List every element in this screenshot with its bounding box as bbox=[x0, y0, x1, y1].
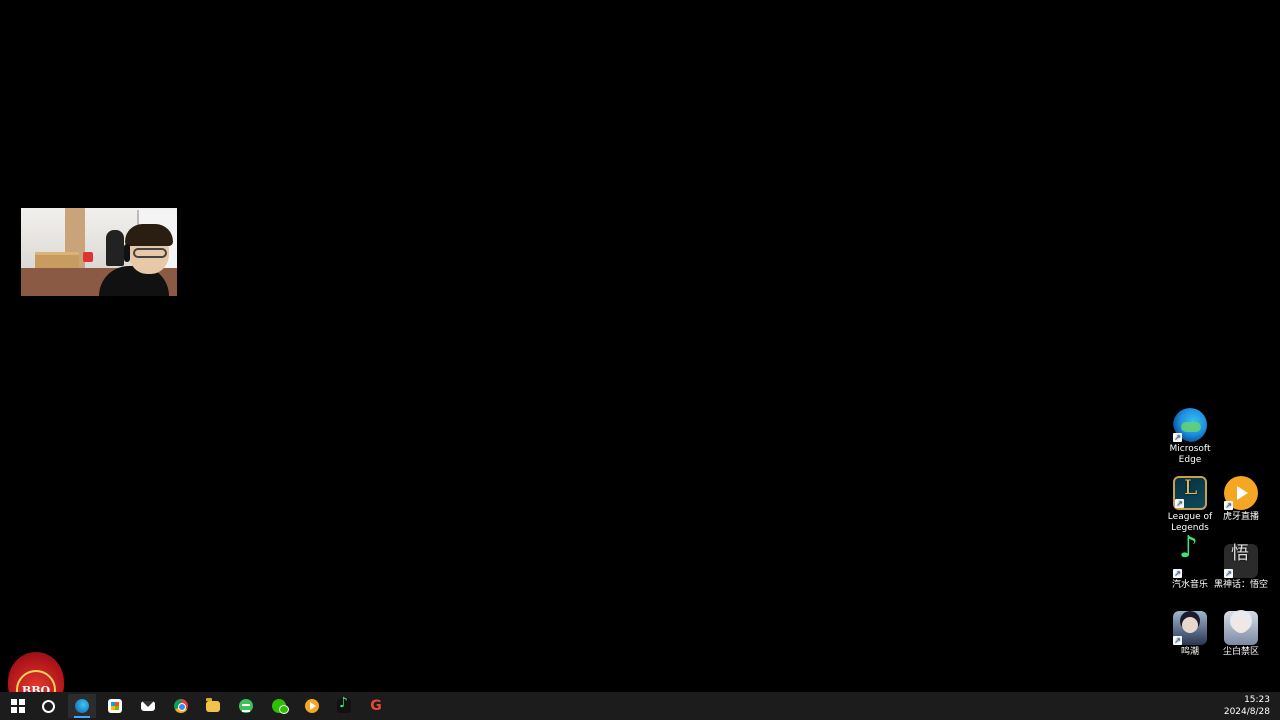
webcam-background-figure bbox=[106, 230, 124, 266]
taskbar-file-explorer[interactable] bbox=[199, 694, 227, 718]
g-app-icon: G bbox=[370, 698, 382, 714]
huya-live-icon: ↗ bbox=[1224, 476, 1258, 510]
black-myth-wukong-icon: ↗ bbox=[1224, 544, 1258, 578]
clock-time: 15:23 bbox=[1244, 695, 1270, 705]
taskbar: G bbox=[0, 692, 1280, 720]
desktop-icon-huya[interactable]: ↗ 虎牙直播 bbox=[1215, 476, 1267, 523]
taskbar-edge[interactable] bbox=[68, 694, 96, 718]
league-of-legends-icon: ↗ bbox=[1173, 476, 1207, 510]
desktop-icon-label: 汽水音乐 bbox=[1171, 580, 1208, 590]
desktop-icon-label: 黑神话：悟空 bbox=[1213, 580, 1268, 590]
desktop-icon-wuthering-waves[interactable]: ↗ 鸣潮 bbox=[1164, 611, 1216, 658]
snowbreak-icon bbox=[1224, 611, 1258, 645]
desktop-icon-label: Microsoft Edge bbox=[1169, 444, 1211, 465]
taskbar-clock[interactable]: 15:23 2024/8/28 bbox=[1210, 694, 1270, 718]
taskbar-green-app[interactable] bbox=[232, 694, 260, 718]
desktop-icon-label: 鸣潮 bbox=[1180, 647, 1199, 657]
shortcut-arrow-icon: ↗ bbox=[1173, 433, 1182, 442]
desktop-icon-league-of-legends[interactable]: ↗ League of Legends bbox=[1164, 476, 1216, 534]
edge-icon bbox=[75, 699, 89, 713]
taskbar-search-button[interactable] bbox=[34, 694, 62, 718]
windows-start-icon bbox=[11, 699, 25, 713]
mail-icon bbox=[141, 701, 155, 711]
webcam-red-object bbox=[83, 252, 93, 262]
edge-icon: ↗ bbox=[1173, 408, 1207, 442]
webcam-person-hair bbox=[125, 224, 173, 246]
taskbar-g-app[interactable]: G bbox=[362, 694, 390, 718]
microsoft-store-icon bbox=[108, 699, 122, 713]
huya-live-icon bbox=[305, 699, 319, 713]
webcam-person-headset bbox=[124, 244, 130, 262]
qishui-music-icon bbox=[337, 695, 351, 713]
chrome-icon bbox=[174, 699, 188, 713]
wuthering-waves-icon: ↗ bbox=[1173, 611, 1207, 645]
taskbar-huya[interactable] bbox=[298, 694, 326, 718]
desktop-icon-black-myth-wukong[interactable]: ↗ 黑神话：悟空 bbox=[1211, 544, 1271, 591]
desktop-icon-edge[interactable]: ↗ Microsoft Edge bbox=[1164, 408, 1216, 466]
webcam-overlay bbox=[21, 208, 177, 296]
wechat-icon bbox=[272, 699, 289, 714]
shortcut-arrow-icon: ↗ bbox=[1224, 501, 1233, 510]
taskbar-microsoft-store[interactable] bbox=[101, 694, 129, 718]
taskbar-start-button[interactable] bbox=[4, 694, 32, 718]
taskbar-chrome[interactable] bbox=[167, 694, 195, 718]
clock-date: 2024/8/28 bbox=[1223, 707, 1270, 717]
taskbar-mail[interactable] bbox=[134, 694, 162, 718]
shortcut-arrow-icon: ↗ bbox=[1173, 569, 1182, 578]
green-app-icon bbox=[239, 699, 253, 713]
desktop-icon-qishui-music[interactable]: ↗ 汽水音乐 bbox=[1164, 542, 1216, 591]
desktop-icon-label: 虎牙直播 bbox=[1222, 512, 1259, 522]
file-explorer-icon bbox=[206, 697, 220, 712]
webcam-person-glasses bbox=[133, 248, 167, 258]
shortcut-arrow-icon: ↗ bbox=[1173, 636, 1182, 645]
taskbar-wechat[interactable] bbox=[265, 694, 293, 718]
qishui-music-icon: ↗ bbox=[1173, 542, 1207, 578]
shortcut-arrow-icon: ↗ bbox=[1175, 499, 1184, 508]
search-icon bbox=[41, 699, 55, 713]
taskbar-qishui-music[interactable] bbox=[330, 694, 358, 718]
desktop-icon-snowbreak[interactable]: 尘白禁区 bbox=[1215, 611, 1267, 658]
desktop-icon-label: 尘白禁区 bbox=[1222, 647, 1259, 657]
shortcut-arrow-icon: ↗ bbox=[1224, 569, 1233, 578]
